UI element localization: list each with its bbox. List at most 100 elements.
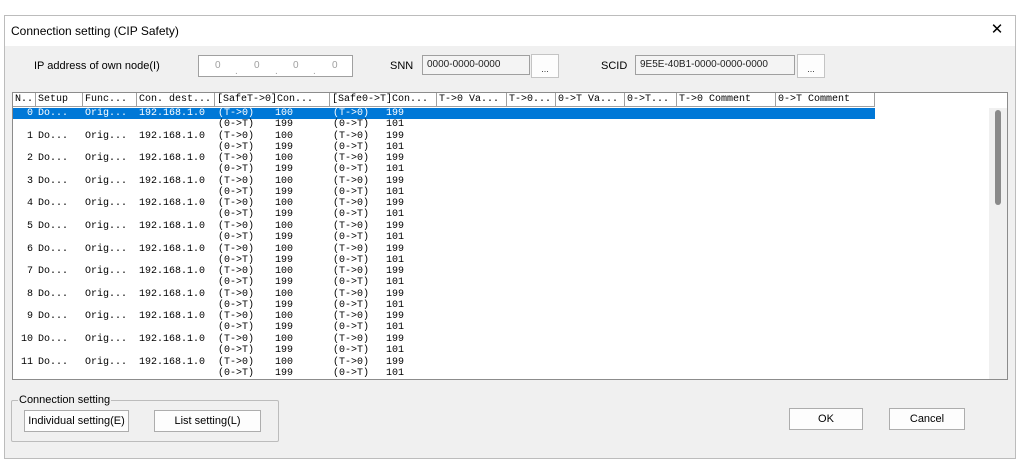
row-number: 8 (26, 288, 33, 300)
cell-direction: (T->0) (218, 266, 255, 278)
cell-destination: 192.168.1.0 (139, 243, 206, 255)
snn-field[interactable]: 0000-0000-0000 (422, 55, 530, 75)
cell-setup: Do... (38, 311, 69, 323)
list-setting-button[interactable]: List setting(L) (154, 410, 261, 432)
cell-value: 199 (275, 141, 294, 153)
cell-function: Orig... (85, 130, 128, 142)
cell-destination: 192.168.1.0 (139, 108, 206, 119)
row-number: 2 (26, 153, 33, 165)
column-header[interactable]: [Safe0->T]Con... (330, 93, 437, 107)
table-row[interactable]: 2 Do... Orig... 192.168.1.0 (T->0) 100 (T->0) 1… (13, 153, 875, 175)
table-row[interactable]: 3 Do... Orig... 192.168.1.0 (T->0) 100 (T->0) 1… (13, 176, 875, 198)
cell-direction: (T->0) (333, 311, 370, 323)
cell-value: 199 (386, 153, 405, 165)
cell-value: 101 (386, 254, 405, 266)
column-header[interactable]: N... (13, 93, 36, 107)
cell-direction: (T->0) (333, 243, 370, 255)
cell-value: 199 (275, 232, 294, 243)
cell-destination: 192.168.1.0 (139, 266, 206, 278)
cell-value: 199 (386, 334, 405, 345)
cell-value: 199 (275, 209, 294, 221)
cell-value: 101 (386, 232, 405, 243)
cell-direction: (0->T) (333, 299, 370, 311)
cell-value: 100 (275, 356, 294, 368)
cell-value: 199 (386, 266, 405, 278)
cell-direction: (T->0) (333, 153, 370, 165)
column-header[interactable]: Func... (83, 93, 137, 107)
table-row[interactable]: 4 Do... Orig... 192.168.1.0 (T->0) 100 (T->0) 1… (13, 198, 875, 220)
cell-direction: (0->T) (333, 277, 370, 289)
cell-direction: (T->0) (218, 108, 255, 119)
cell-direction: (0->T) (333, 164, 370, 176)
cell-value: 199 (386, 108, 405, 119)
cell-value: 199 (275, 277, 294, 289)
scid-browse-button[interactable]: ... (797, 54, 825, 78)
cell-direction: (T->0) (333, 266, 370, 278)
cell-direction: (0->T) (333, 186, 370, 198)
ip-address-label: IP address of own node(I) (34, 60, 160, 72)
cell-direction: (T->0) (218, 175, 255, 187)
ip-octet-3[interactable]: 0 (293, 60, 299, 71)
connection-setting-dialog: Connection setting (CIP Safety) ✕ IP add… (4, 15, 1016, 459)
row-number: 9 (26, 311, 33, 323)
cell-direction: (0->T) (218, 254, 255, 266)
cell-destination: 192.168.1.0 (139, 334, 206, 345)
cell-direction: (T->0) (333, 288, 370, 300)
vertical-scrollbar[interactable] (989, 108, 1007, 379)
table-row[interactable]: 0 Do... Orig... 192.168.1.0 (T->0) 100 (T->0) 1… (13, 108, 875, 130)
cell-value: 101 (386, 119, 405, 130)
scid-field[interactable]: 9E5E-40B1-0000-0000-0000 (635, 55, 795, 75)
ip-octet-4[interactable]: 0 (332, 60, 338, 71)
snn-browse-button[interactable]: ... (531, 54, 559, 78)
column-header[interactable]: T->0... (507, 93, 556, 107)
cancel-button[interactable]: Cancel (889, 408, 965, 430)
table-row[interactable]: 1 Do... Orig... 192.168.1.0 (T->0) 100 (T->0) 1… (13, 131, 875, 153)
table-row[interactable]: 9 Do... Orig... 192.168.1.0 (T->0) 100 (T->0) 1… (13, 311, 875, 333)
connection-setting-group: Connection setting Individual setting(E)… (11, 394, 279, 442)
grid-body[interactable]: 0 Do... Orig... 192.168.1.0 (T->0) 100 (T->0) 1… (13, 108, 989, 379)
cell-setup: Do... (38, 108, 69, 119)
close-icon[interactable]: ✕ (987, 20, 1007, 40)
ip-octet-2[interactable]: 0 (254, 60, 260, 71)
ok-button[interactable]: OK (789, 408, 863, 430)
column-header[interactable]: [SafeT->0]Con... (215, 93, 330, 107)
cell-value: 100 (275, 153, 294, 165)
cell-direction: (0->T) (218, 232, 255, 243)
cell-function: Orig... (85, 334, 128, 345)
column-header[interactable]: T->0 Va... (437, 93, 507, 107)
table-row[interactable]: 7 Do... Orig... 192.168.1.0 (T->0) 100 (T->0) 1… (13, 266, 875, 288)
cell-function: Orig... (85, 153, 128, 165)
table-row[interactable]: 10 Do... Orig... 192.168.1.0 (T->0) 100 (T->0)… (13, 334, 875, 356)
individual-setting-button[interactable]: Individual setting(E) (24, 410, 129, 432)
scrollbar-thumb[interactable] (995, 110, 1001, 205)
cell-setup: Do... (38, 198, 69, 210)
table-row[interactable]: 5 Do... Orig... 192.168.1.0 (T->0) 100 (T->0) 1… (13, 221, 875, 243)
cell-value: 100 (275, 130, 294, 142)
cell-direction: (T->0) (218, 334, 255, 345)
cell-direction: (0->T) (218, 141, 255, 153)
column-header[interactable]: 0->T Comment (776, 93, 875, 107)
cell-direction: (T->0) (333, 108, 370, 119)
column-header[interactable]: T->0 Comment (677, 93, 776, 107)
column-header[interactable]: Setup (36, 93, 83, 107)
ip-octet-1[interactable]: 0 (215, 60, 221, 71)
ip-address-field[interactable]: 0 . 0 . 0 . 0 (198, 55, 353, 77)
table-row[interactable]: 8 Do... Orig... 192.168.1.0 (T->0) 100 (T->0) 1… (13, 289, 875, 311)
cell-function: Orig... (85, 288, 128, 300)
cell-direction: (T->0) (218, 288, 255, 300)
cell-direction: (T->0) (333, 198, 370, 210)
cell-value: 101 (386, 209, 405, 221)
cell-value: 100 (275, 288, 294, 300)
cell-direction: (0->T) (218, 322, 255, 334)
table-row[interactable]: 6 Do... Orig... 192.168.1.0 (T->0) 100 (T->0) 1… (13, 244, 875, 266)
table-row[interactable]: 11 Do... Orig... 192.168.1.0 (T->0) 100 (T->0)… (13, 357, 875, 379)
cell-setup: Do... (38, 243, 69, 255)
cell-direction: (0->T) (218, 277, 255, 289)
cell-value: 199 (386, 130, 405, 142)
column-header[interactable]: Con. dest... (137, 93, 215, 107)
row-number: 5 (26, 221, 33, 232)
cell-direction: (0->T) (333, 232, 370, 243)
column-header[interactable]: 0->T... (625, 93, 677, 107)
column-header[interactable]: 0->T Va... (556, 93, 625, 107)
connection-grid[interactable]: N...SetupFunc...Con. dest...[SafeT->0]Co… (12, 92, 1008, 380)
